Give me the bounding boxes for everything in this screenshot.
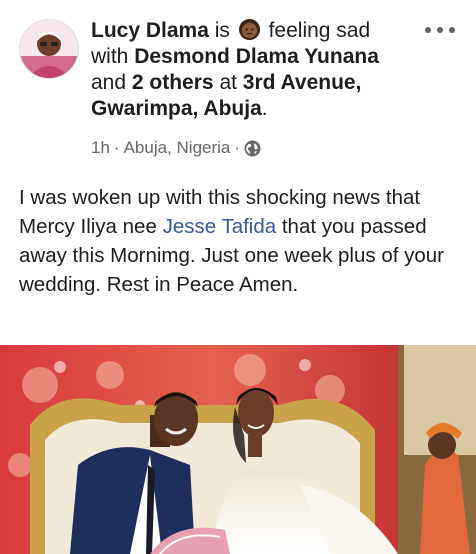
more-dot bbox=[425, 27, 431, 33]
avatar-image bbox=[20, 20, 78, 78]
post-meta: 1h · Abuja, Nigeria · bbox=[91, 138, 261, 158]
header-period: . bbox=[261, 97, 268, 120]
and-text: and bbox=[91, 71, 127, 94]
others-link[interactable]: 2 others bbox=[132, 71, 214, 94]
more-options-icon[interactable] bbox=[422, 18, 458, 42]
tagged-person-link[interactable]: Desmond Dlama Yunana bbox=[134, 45, 379, 68]
is-text: is bbox=[214, 19, 230, 42]
more-dot bbox=[449, 27, 455, 33]
sad-woman-emoji-icon bbox=[238, 18, 260, 41]
post-photo[interactable] bbox=[0, 345, 476, 554]
post-header: Lucy Dlama is feeling sad with Desmond D… bbox=[91, 18, 409, 122]
at-text: at bbox=[219, 71, 237, 94]
author-name[interactable]: Lucy Dlama bbox=[91, 19, 209, 42]
post-place: Abuja, Nigeria bbox=[123, 138, 231, 157]
post-time[interactable]: 1h bbox=[91, 138, 110, 158]
wedding-photo bbox=[0, 345, 476, 554]
meta-separator: · bbox=[234, 138, 241, 157]
meta-separator: · bbox=[113, 138, 120, 157]
more-dot bbox=[437, 27, 443, 33]
post-body: I was woken up with this shocking news t… bbox=[19, 183, 464, 299]
feeling-text: feeling sad bbox=[268, 19, 371, 42]
globe-icon[interactable] bbox=[244, 140, 261, 157]
with-text: with bbox=[91, 45, 129, 68]
mention-link[interactable]: Jesse Tafida bbox=[163, 215, 277, 238]
author-avatar[interactable] bbox=[19, 19, 79, 79]
